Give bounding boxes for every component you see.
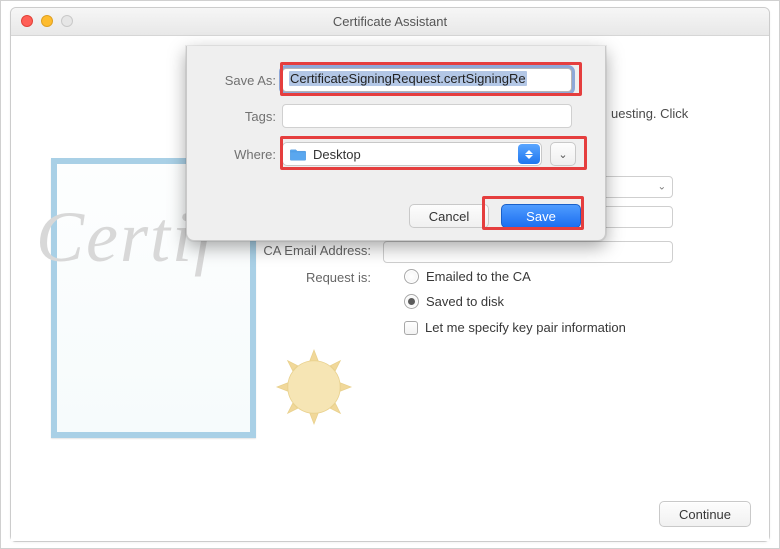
ca-email-label: CA Email Address:	[11, 243, 371, 258]
titlebar: Certificate Assistant	[11, 8, 769, 36]
ca-email-field[interactable]	[383, 241, 673, 263]
cancel-label: Cancel	[429, 209, 469, 224]
traffic-lights	[21, 15, 73, 27]
chevron-down-icon: ⌄	[558, 148, 567, 161]
radio-saved-row[interactable]: Saved to disk	[404, 294, 504, 309]
app-frame: Certificate Assistant Certif	[0, 0, 780, 549]
checkbox-keypair[interactable]	[404, 321, 418, 335]
save-as-label: Save As:	[187, 73, 282, 88]
radio-saved[interactable]	[404, 294, 419, 309]
close-icon[interactable]	[21, 15, 33, 27]
tags-label: Tags:	[187, 109, 282, 124]
save-label: Save	[526, 209, 556, 224]
info-text-fragment: uesting. Click	[611, 106, 688, 121]
window: Certificate Assistant Certif	[10, 7, 770, 542]
tags-input[interactable]	[282, 104, 572, 128]
request-is-label: Request is:	[11, 270, 371, 285]
continue-label: Continue	[679, 507, 731, 522]
chevron-down-icon: ⌄	[658, 182, 666, 193]
zoom-icon	[61, 15, 73, 27]
save-button[interactable]: Save	[501, 204, 581, 228]
save-as-input[interactable]: CertificateSigningRequest.certSigningRe	[282, 68, 572, 92]
radio-saved-label: Saved to disk	[426, 294, 504, 309]
radio-emailed-label: Emailed to the CA	[426, 269, 531, 284]
content-area: Certif	[11, 36, 769, 541]
radio-emailed-row[interactable]: Emailed to the CA	[404, 269, 531, 284]
folder-icon	[289, 147, 307, 161]
checkbox-keypair-row[interactable]: Let me specify key pair information	[404, 320, 626, 335]
where-stepper-icon[interactable]	[518, 144, 540, 164]
seal-icon	[273, 346, 355, 428]
continue-button[interactable]: Continue	[659, 501, 751, 527]
expand-browser-button[interactable]: ⌄	[550, 142, 576, 166]
save-as-value: CertificateSigningRequest.certSigningRe	[289, 71, 527, 86]
radio-emailed[interactable]	[404, 269, 419, 284]
sheet-button-row: Cancel Save	[409, 204, 581, 228]
save-sheet: Save As: CertificateSigningRequest.certS…	[186, 46, 606, 241]
where-label: Where:	[187, 147, 282, 162]
where-value: Desktop	[313, 147, 361, 162]
where-popup[interactable]: Desktop	[282, 142, 542, 166]
cancel-button[interactable]: Cancel	[409, 204, 489, 228]
checkbox-keypair-label: Let me specify key pair information	[425, 320, 626, 335]
minimize-icon[interactable]	[41, 15, 53, 27]
window-title: Certificate Assistant	[333, 14, 447, 29]
